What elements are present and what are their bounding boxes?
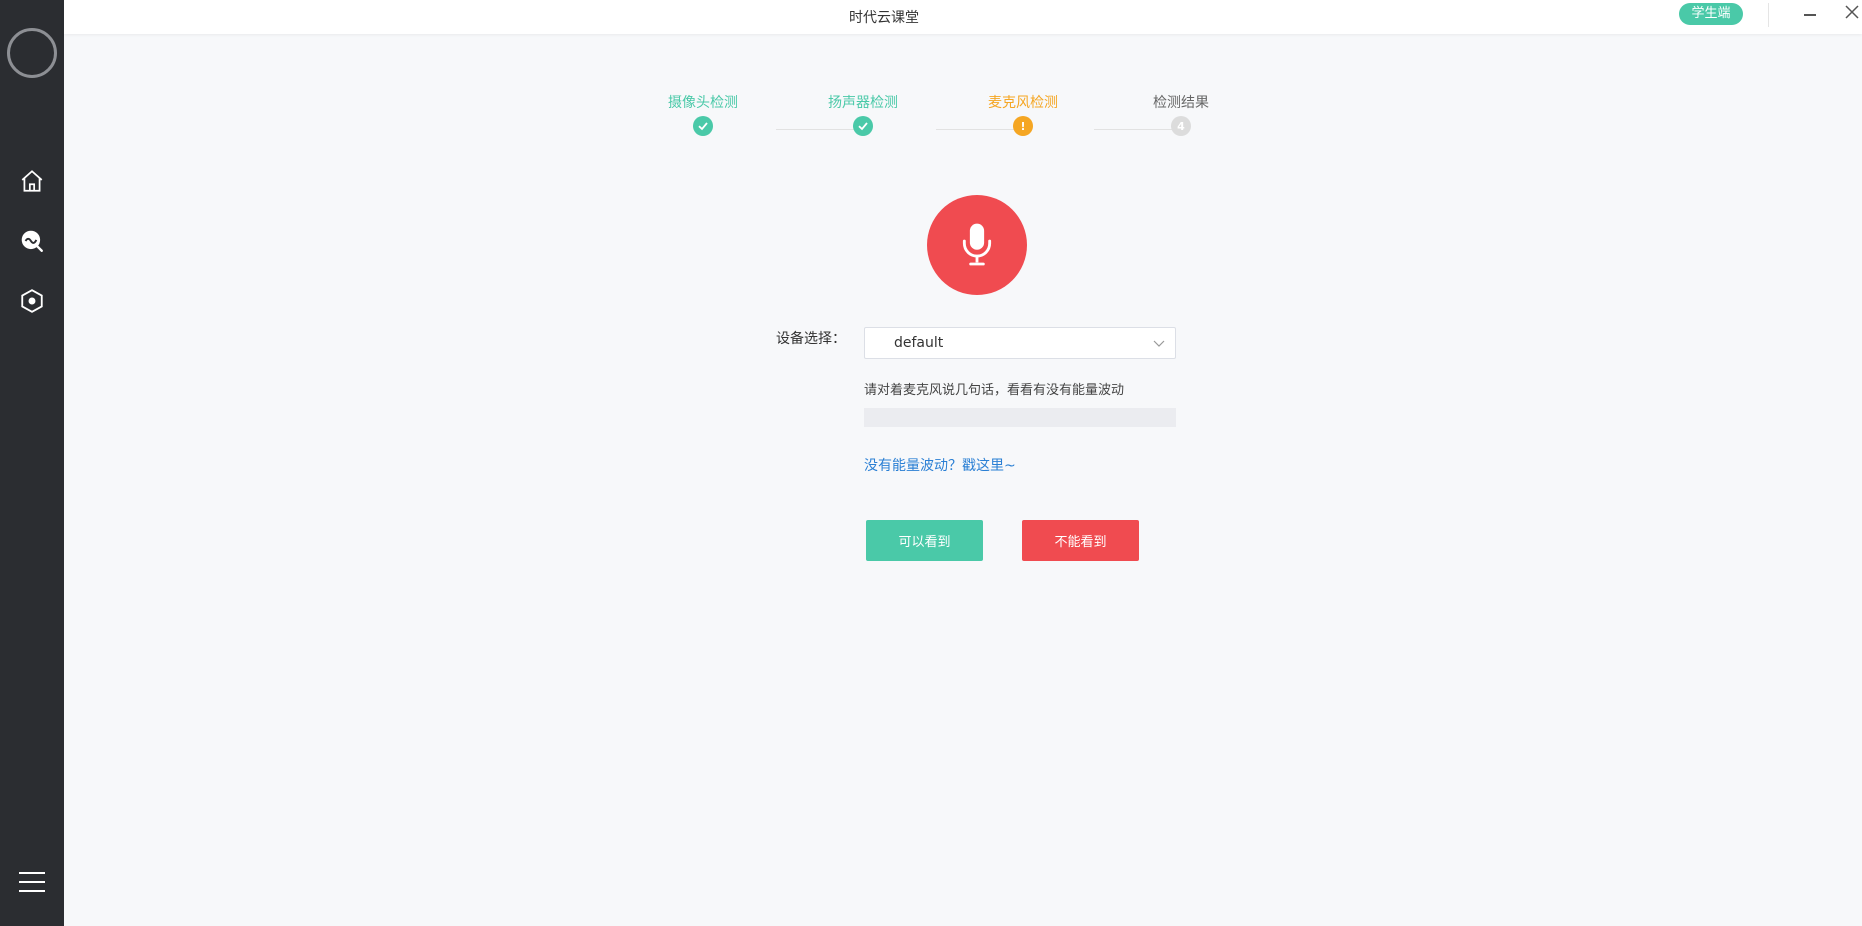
live-search-icon[interactable]	[19, 228, 45, 254]
home-icon[interactable]	[19, 168, 45, 194]
device-select-value: default	[894, 335, 944, 351]
sidebar	[0, 0, 64, 926]
microphone-icon	[962, 223, 992, 266]
minimize-button[interactable]	[1802, 4, 1822, 24]
step-label: 扬声器检测	[828, 95, 898, 111]
hexagon-settings-icon[interactable]	[19, 288, 45, 314]
step-number: 4	[1171, 116, 1191, 136]
step-label: 摄像头检测	[668, 95, 738, 111]
close-icon	[1845, 5, 1859, 19]
energy-level-bar	[864, 408, 1176, 427]
title-divider	[1768, 3, 1769, 27]
check-icon	[693, 116, 713, 136]
no-energy-help-link[interactable]: 没有能量波动？戳这里~	[864, 455, 1016, 475]
close-button[interactable]	[1844, 4, 1862, 24]
hamburger-menu-icon[interactable]	[19, 872, 45, 894]
microphone-badge	[927, 195, 1027, 295]
step-speaker: 扬声器检测	[803, 94, 923, 136]
step-label: 检测结果	[1153, 95, 1209, 111]
warning-icon: !	[1013, 116, 1033, 136]
step-camera: 摄像头检测	[643, 94, 763, 136]
detection-stepper: 摄像头检测 扬声器检测 麦克风检测 ! 检测结果 4	[668, 94, 1260, 144]
role-badge[interactable]: 学生端	[1679, 3, 1743, 25]
chevron-down-icon	[1153, 340, 1165, 347]
app-title: 时代云课堂	[849, 10, 919, 26]
avatar[interactable]	[7, 28, 57, 78]
step-result: 检测结果 4	[1121, 94, 1241, 136]
cannot-see-button[interactable]: 不能看到	[1022, 520, 1139, 561]
step-microphone: 麦克风检测 !	[963, 94, 1083, 136]
mic-hint-text: 请对着麦克风说几句话，看看有没有能量波动	[864, 383, 1125, 398]
step-label: 麦克风检测	[988, 95, 1058, 111]
check-icon	[853, 116, 873, 136]
title-bar: 时代云课堂 学生端	[64, 0, 1862, 34]
device-select[interactable]: default	[864, 327, 1176, 359]
can-see-button[interactable]: 可以看到	[866, 520, 983, 561]
device-select-label: 设备选择：	[776, 331, 846, 347]
